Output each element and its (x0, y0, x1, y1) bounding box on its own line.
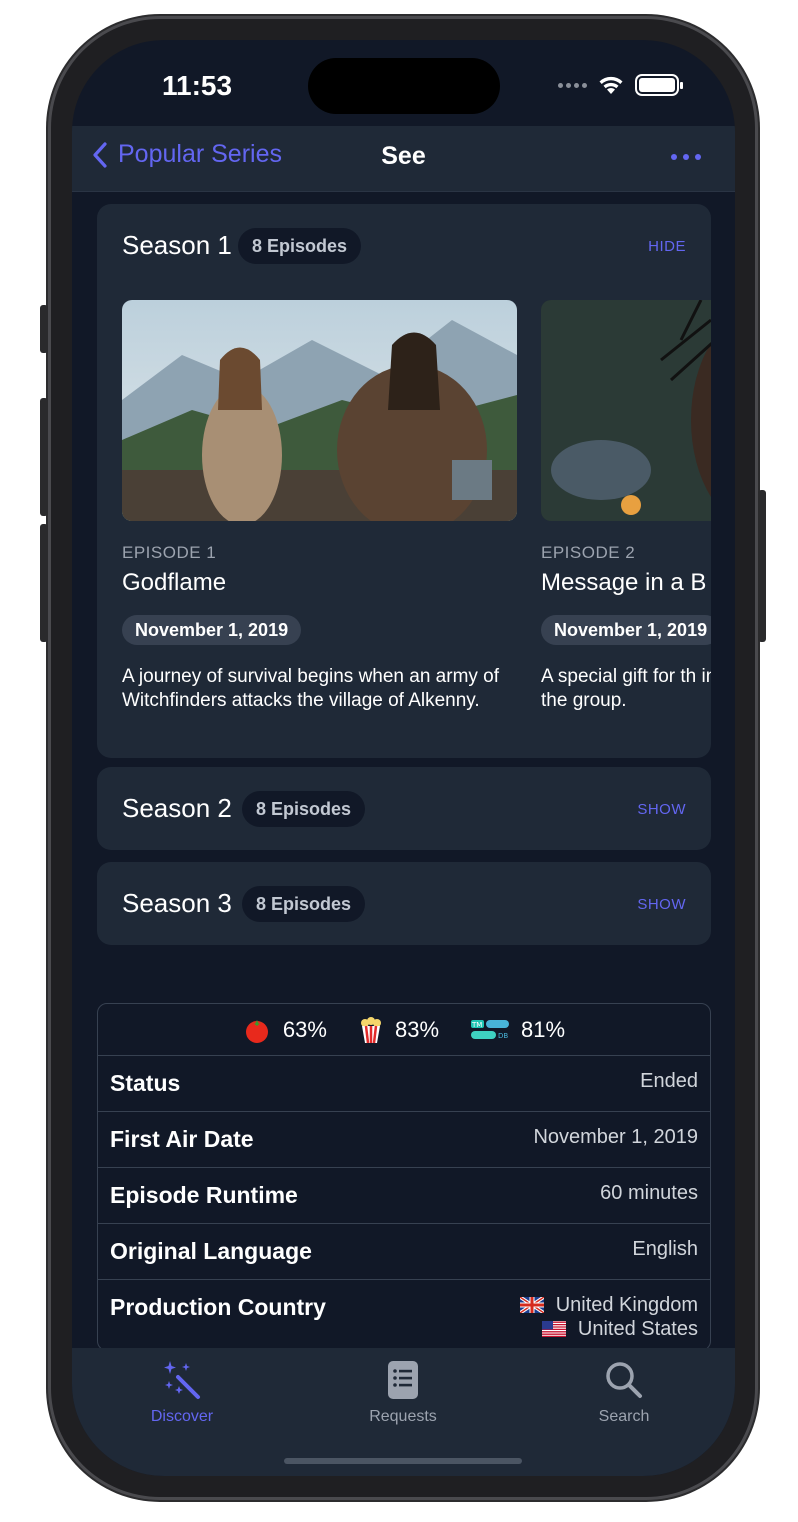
episode-runtime-value: 60 minutes (600, 1182, 698, 1204)
episode-1-thumbnail (122, 300, 517, 521)
tab-discover[interactable]: Discover (122, 1358, 242, 1426)
mute-switch (40, 305, 48, 353)
tab-requests[interactable]: Requests (343, 1358, 463, 1426)
wifi-icon (599, 76, 623, 94)
episode-title: Message in a B (541, 569, 707, 596)
original-language-label: Original Language (110, 1238, 312, 1264)
details-table: 63% 83% TM DB 81% Status Ended First Air… (97, 1003, 711, 1348)
dynamic-island (308, 58, 500, 114)
volume-down-button (40, 524, 48, 642)
show-button[interactable]: SHOW (637, 801, 686, 818)
season-3-card[interactable]: Season 3 8 Episodes SHOW (97, 862, 711, 945)
episodes-count-badge: 8 Episodes (242, 791, 366, 827)
tab-label: Search (598, 1408, 650, 1425)
episode-number-label: EPISODE 2 (541, 543, 636, 562)
country-name: United States (577, 1318, 698, 1340)
episode-card[interactable]: EPISODE 2 Message in a B November 1, 201… (541, 300, 711, 713)
status-icons (558, 74, 683, 96)
season-title: Season 3 (122, 888, 232, 918)
page-title: See (381, 142, 426, 170)
episode-air-date-badge: November 1, 2019 (122, 615, 302, 645)
uk-flag-icon (519, 1297, 544, 1313)
original-language-row: Original Language English (98, 1224, 710, 1280)
episodes-count-badge: 8 Episodes (242, 886, 366, 922)
episode-air-date-badge: November 1, 2019 (541, 615, 711, 645)
navigation-bar: Popular Series See (72, 126, 735, 192)
hide-button[interactable]: HIDE (648, 238, 686, 255)
season-2-header[interactable]: Season 2 8 Episodes SHOW (97, 767, 711, 851)
ratings-row: 63% 83% TM DB 81% (98, 1004, 710, 1056)
us-flag-icon (541, 1321, 566, 1337)
season-1-header[interactable]: Season 1 8 Episodes HIDE (97, 204, 711, 288)
search-icon (606, 1362, 642, 1398)
tab-search[interactable]: Search (564, 1358, 684, 1426)
episodes-count-badge: 8 Episodes (238, 228, 362, 264)
country-item: United States (520, 1317, 698, 1341)
audience-rating: 83% (359, 1016, 439, 1044)
episode-2-thumbnail (541, 300, 711, 521)
episode-runtime-label: Episode Runtime (110, 1182, 298, 1208)
battery-icon (635, 74, 683, 96)
original-language-value: English (632, 1238, 698, 1260)
production-country-label: Production Country (110, 1294, 326, 1320)
status-value: Ended (640, 1070, 698, 1092)
season-2-card[interactable]: Season 2 8 Episodes SHOW (97, 767, 711, 850)
season-title: Season 2 (122, 793, 232, 823)
first-air-date-row: First Air Date November 1, 2019 (98, 1112, 710, 1168)
screen: 11:53 Popular Series See Season 1 8 Epis… (72, 40, 735, 1476)
tomato-icon (245, 1019, 268, 1043)
tmdb-logo-text-bottom: DB (498, 1032, 508, 1040)
magic-wand-icon (164, 1361, 200, 1399)
season-1-card: Season 1 8 Episodes HIDE EPISODE 1 Godfl… (97, 204, 711, 758)
status-row: Status Ended (98, 1056, 710, 1112)
rotten-tomatoes-rating: 63% (243, 1016, 327, 1044)
first-air-date-value: November 1, 2019 (533, 1126, 698, 1148)
episode-number-label: EPISODE 1 (122, 543, 217, 562)
first-air-date-label: First Air Date (110, 1126, 254, 1152)
rating-value: 83% (394, 1016, 440, 1042)
status-time: 11:53 (162, 70, 233, 101)
episode-title: Godflame (122, 569, 227, 596)
production-country-row: Production Country United Kingdom United… (98, 1280, 710, 1348)
power-button (758, 490, 766, 642)
production-country-values: United Kingdom United States (519, 1293, 698, 1341)
more-options-icon[interactable] (671, 154, 701, 160)
tmdb-logo-icon: TM DB (471, 1019, 510, 1040)
list-document-icon (388, 1361, 418, 1399)
volume-up-button (40, 398, 48, 516)
tmdb-rating: TM DB 81% (471, 1017, 565, 1043)
rating-value: 63% (282, 1016, 327, 1042)
country-item: United Kingdom (519, 1293, 698, 1317)
show-button[interactable]: SHOW (637, 896, 686, 913)
main-content: Season 1 8 Episodes HIDE EPISODE 1 Godfl… (72, 192, 735, 1348)
tab-label: Discover (150, 1408, 214, 1425)
episode-card[interactable]: EPISODE 1 Godflame November 1, 2019 A jo… (122, 300, 517, 713)
popcorn-icon (360, 1016, 381, 1043)
tab-label: Requests (369, 1408, 437, 1425)
status-label: Status (110, 1070, 181, 1096)
rating-value: 81% (521, 1016, 566, 1042)
tmdb-logo-text-top: TM (471, 1021, 482, 1029)
cellular-signal-icon (558, 82, 587, 88)
episode-runtime-row: Episode Runtime 60 minutes (98, 1168, 710, 1224)
episode-description: A special gift for th in the group. (541, 666, 711, 711)
season-3-header[interactable]: Season 3 8 Episodes SHOW (97, 862, 711, 946)
season-title: Season 1 (122, 230, 232, 260)
tab-bar: Discover Requests Search (72, 1348, 735, 1476)
home-indicator[interactable] (284, 1458, 522, 1464)
episode-description: A journey of survival begins when an arm… (122, 666, 500, 711)
country-name: United Kingdom (555, 1294, 698, 1316)
